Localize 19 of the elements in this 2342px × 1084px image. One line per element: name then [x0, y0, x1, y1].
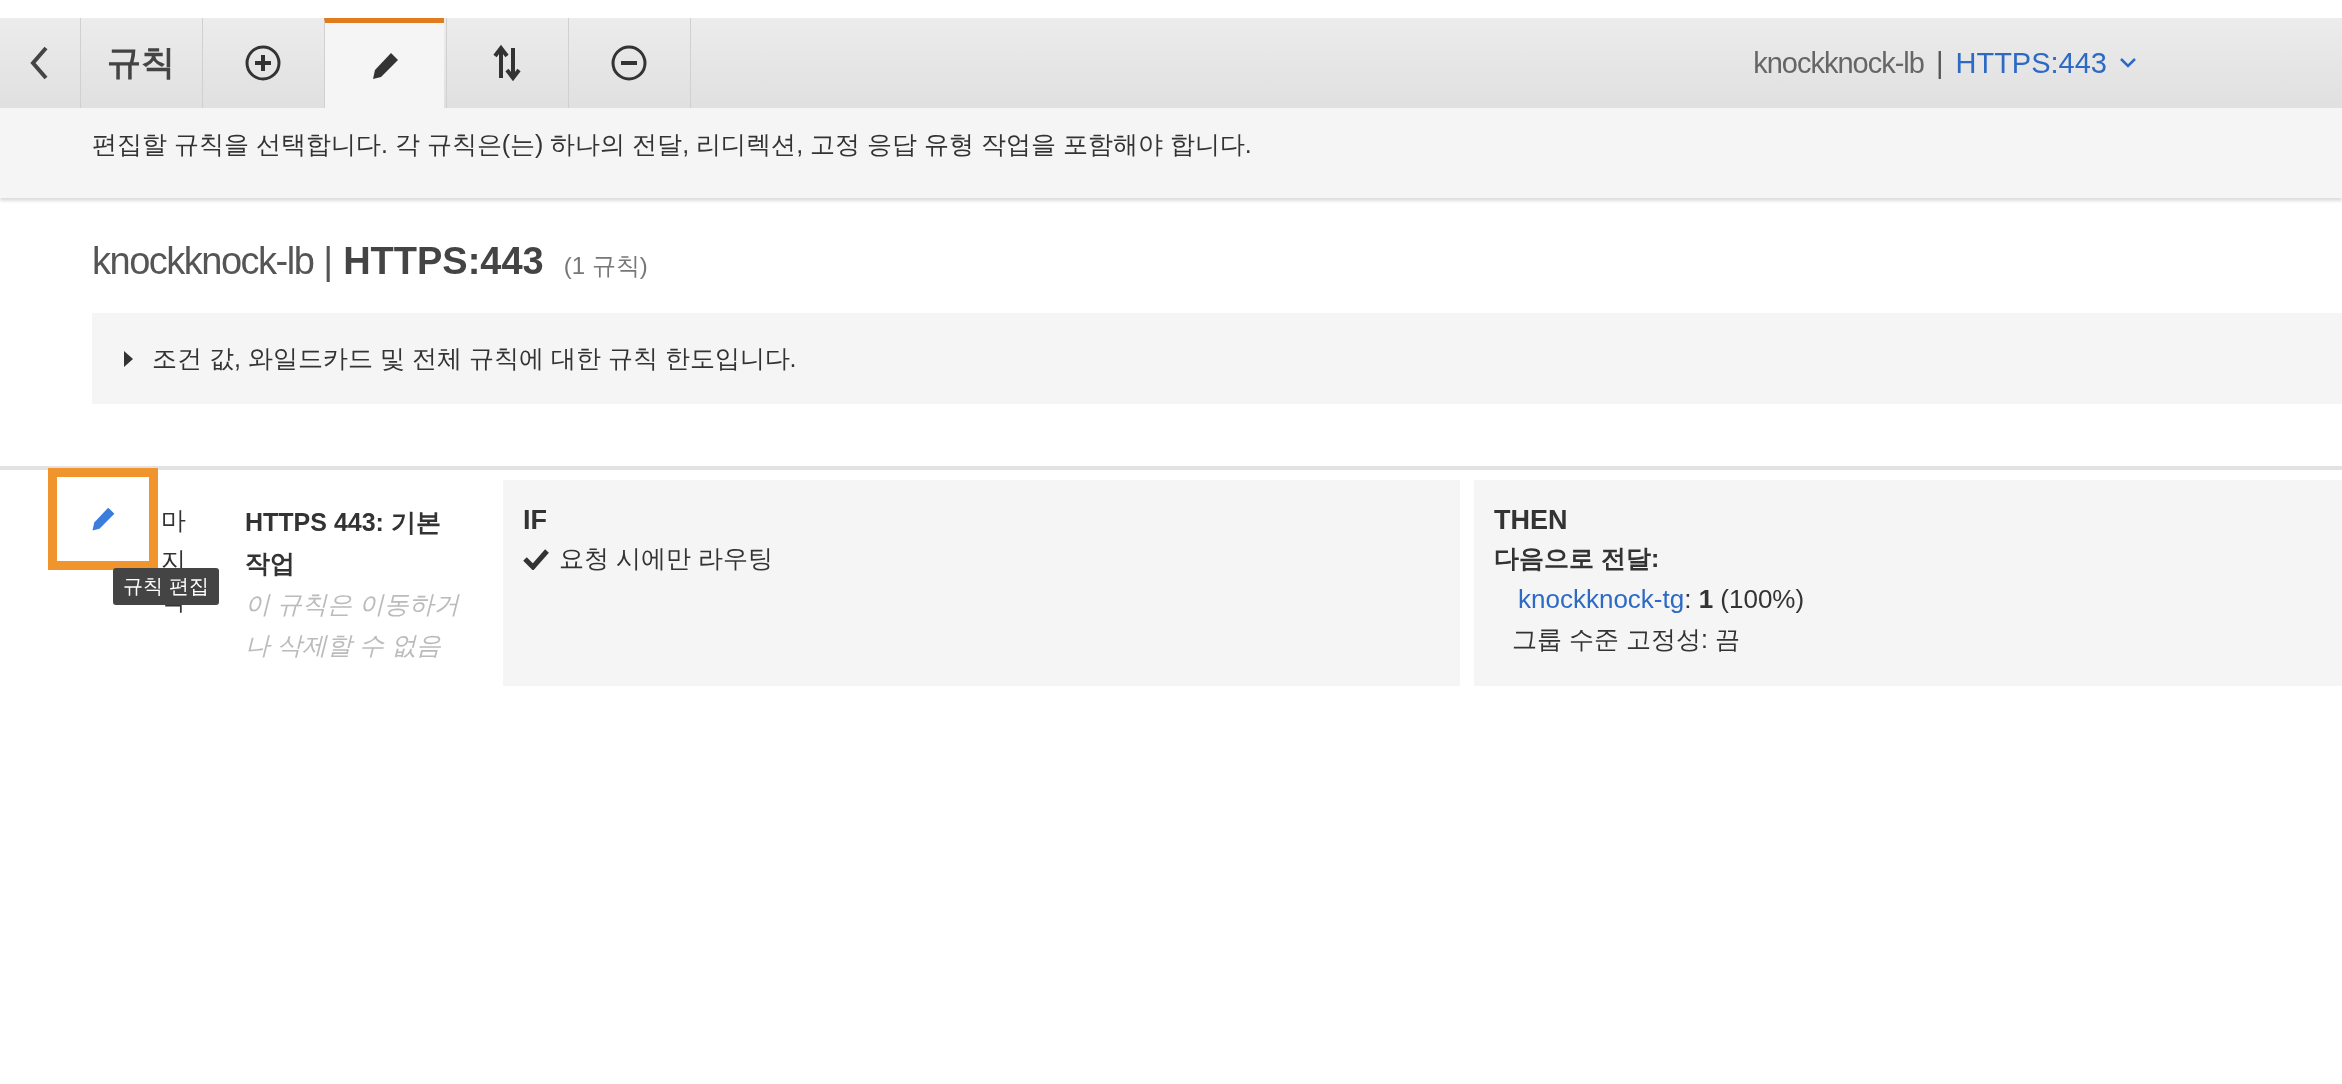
instruction-text: 편집할 규칙을 선택합니다. 각 규칙은(는) 하나의 전달, 리디렉션, 고정 응답 유형 작업을 포함해야 합니다.	[92, 130, 1252, 158]
rule-count: (1 규칙)	[563, 251, 648, 281]
rule-name: HTTPS 443: 기본 작업	[245, 507, 442, 579]
stickiness-text: 그룹 수준 고정성: 끔	[1511, 624, 1741, 655]
rule-note: 이 규칙은 이동하거나 삭제할 수 없음	[245, 589, 460, 661]
separator: |	[323, 240, 334, 283]
target-weight: : 1 (100%)	[1684, 584, 1805, 614]
load-balancer-name: knockknock-lb	[1753, 46, 1924, 80]
listener-name: HTTPS:443	[343, 240, 544, 283]
if-title: IF	[523, 504, 548, 537]
listener-link[interactable]: HTTPS:443	[1955, 46, 2107, 80]
limits-text[interactable]: 조건 값, 와일드카드 및 전체 규칙에 대한 규칙 한도입니다.	[152, 342, 797, 375]
load-balancer-name: knockknock-lb	[92, 240, 314, 283]
action-label: 다음으로 전달:	[1494, 543, 1661, 574]
tooltip: 규칙 편집	[113, 568, 219, 605]
target-group-link[interactable]: knockknock-tg	[1518, 584, 1685, 614]
then-title: THEN	[1494, 504, 1569, 537]
separator: |	[1935, 46, 1944, 80]
condition-text: 요청 시에만 라우팅	[559, 543, 773, 574]
